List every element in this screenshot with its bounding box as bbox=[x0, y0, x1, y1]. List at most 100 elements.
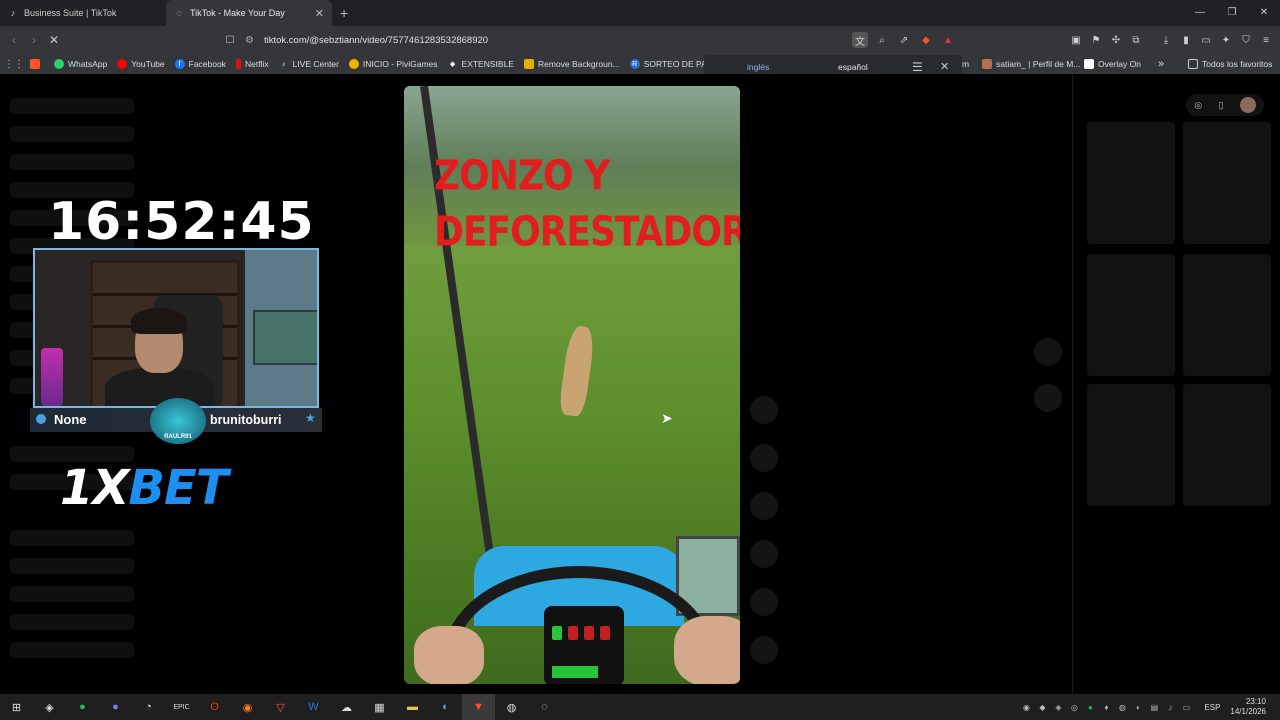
bookmark-overlay-on[interactable]: Overlay On bbox=[1084, 59, 1141, 69]
bookmark-netflix[interactable]: Netflix bbox=[235, 59, 269, 69]
action-placeholder[interactable] bbox=[750, 396, 778, 424]
file-explorer-icon[interactable]: ▬ bbox=[396, 694, 429, 720]
word-icon[interactable]: W bbox=[297, 694, 330, 720]
battery-icon[interactable]: ▭ bbox=[1178, 703, 1194, 712]
brave-rewards-icon[interactable]: ▲ bbox=[940, 32, 956, 48]
video-card-skeleton bbox=[1087, 384, 1175, 506]
close-window-button[interactable]: ✕ bbox=[1248, 0, 1280, 26]
language-indicator[interactable]: ESP bbox=[1204, 703, 1220, 712]
tray-icon[interactable]: ◈ bbox=[1050, 703, 1066, 712]
back-icon[interactable]: ‹ bbox=[4, 33, 24, 47]
more-bookmarks-button[interactable]: » bbox=[1158, 58, 1164, 70]
bookmark-whatsapp[interactable]: WhatsApp bbox=[54, 59, 107, 69]
site-info-icon[interactable]: ⚙ bbox=[245, 35, 254, 46]
tab-business-suite[interactable]: ♪ Business Suite | TikTok bbox=[0, 0, 166, 26]
volume-icon[interactable]: ♪ bbox=[1162, 703, 1178, 712]
apps-grid-icon[interactable]: ⋮⋮ bbox=[4, 56, 24, 72]
bookmark-facebook[interactable]: f Facebook bbox=[174, 59, 226, 69]
discord-icon[interactable]: ● bbox=[99, 694, 132, 720]
mic-icon[interactable]: ♦ bbox=[1098, 703, 1114, 712]
start-icon[interactable]: ⊞ bbox=[0, 694, 33, 720]
bookmark-youtube[interactable]: YouTube bbox=[117, 59, 165, 69]
screenshot-icon[interactable]: ⧉ bbox=[1128, 32, 1144, 48]
obs-icon[interactable]: ◔ bbox=[132, 694, 165, 720]
download-icon[interactable]: ⤓ bbox=[1158, 32, 1174, 48]
taskbar-clock[interactable]: 23:10 14/1/2026 bbox=[1230, 697, 1266, 717]
bookmark-extensible[interactable]: ◆ EXTENSIBLE bbox=[448, 59, 514, 69]
network-icon[interactable]: ▤ bbox=[1146, 703, 1162, 712]
nav-up-placeholder[interactable] bbox=[1034, 338, 1062, 366]
netflix-icon bbox=[235, 59, 241, 69]
nav-down-placeholder[interactable] bbox=[1034, 384, 1062, 412]
nav-skeleton bbox=[10, 614, 134, 630]
cloud-icon[interactable]: ☁ bbox=[330, 694, 363, 720]
bookmark-icon[interactable]: ☐ bbox=[222, 32, 238, 48]
tray-icon[interactable]: ◎ bbox=[1066, 703, 1082, 712]
vpn-icon[interactable]: ⛉ bbox=[1238, 32, 1254, 48]
bookmark-brave[interactable] bbox=[30, 59, 44, 69]
all-favorites-folder[interactable]: Todos los favoritos bbox=[1188, 59, 1272, 69]
zoom-icon[interactable]: ⌕ bbox=[874, 32, 890, 48]
tray-icon[interactable]: ◍ bbox=[1114, 703, 1130, 712]
nav-skeleton bbox=[10, 154, 134, 170]
tiktok-icon: ♪ bbox=[10, 8, 16, 18]
extension-icon[interactable]: ▣ bbox=[1068, 32, 1084, 48]
new-tab-button[interactable]: + bbox=[340, 5, 348, 21]
bookmark-label: EXTENSIBLE bbox=[461, 59, 514, 69]
action-placeholder[interactable] bbox=[750, 540, 778, 568]
valorant-icon[interactable]: ▽ bbox=[264, 694, 297, 720]
sidebar-icon[interactable]: ▮ bbox=[1178, 32, 1194, 48]
restore-button[interactable]: ❐ bbox=[1216, 0, 1248, 26]
opera-icon[interactable]: O bbox=[198, 694, 231, 720]
forward-icon[interactable]: › bbox=[24, 33, 44, 47]
share-icon[interactable]: ⇗ bbox=[896, 32, 912, 48]
steam-icon[interactable]: ◐ bbox=[429, 694, 462, 720]
action-placeholder[interactable] bbox=[750, 492, 778, 520]
diamond-icon: ◆ bbox=[449, 61, 456, 68]
chrome-icon[interactable]: ◍ bbox=[495, 694, 528, 720]
wallet-icon[interactable]: ▭ bbox=[1198, 32, 1214, 48]
action-placeholder[interactable] bbox=[750, 636, 778, 664]
bookmark-m[interactable]: m bbox=[962, 59, 969, 69]
epic-games-icon[interactable]: EPIC bbox=[165, 694, 198, 720]
minimize-button[interactable]: — bbox=[1184, 0, 1216, 26]
bookmark-remove-bg[interactable]: Remove Backgroun... bbox=[523, 59, 620, 69]
firefox-icon[interactable]: ◉ bbox=[231, 694, 264, 720]
translate-ext-icon[interactable]: ⚑ bbox=[1088, 32, 1104, 48]
translate-icon[interactable]: 文 bbox=[852, 32, 868, 48]
app-icon[interactable]: ◈ bbox=[33, 694, 66, 720]
bookmark-pivigames[interactable]: INICIO - PiviGames bbox=[348, 59, 438, 69]
translate-menu-icon[interactable]: ☰ bbox=[912, 60, 923, 74]
translate-target-option[interactable]: español bbox=[838, 62, 868, 72]
phone-icon[interactable]: ▯ bbox=[1218, 100, 1223, 111]
translate-source-option[interactable]: inglés bbox=[747, 62, 769, 72]
action-placeholder[interactable] bbox=[750, 588, 778, 616]
bookmark-live-center[interactable]: ♪ LIVE Center bbox=[279, 59, 339, 69]
tray-icon[interactable]: ◉ bbox=[1018, 703, 1034, 712]
profile-icon bbox=[982, 59, 992, 69]
menu-icon[interactable]: ≡ bbox=[1258, 32, 1274, 48]
video-player[interactable]: ZONZO Y DEFORESTADOR bbox=[404, 86, 740, 684]
brave-icon[interactable]: ▼ bbox=[462, 694, 495, 720]
spotify-tray-icon[interactable]: ● bbox=[1082, 703, 1098, 712]
bookmark-label: YouTube bbox=[131, 59, 165, 69]
tab-tiktok[interactable]: ◌ TikTok - Make Your Day ✕ bbox=[166, 0, 332, 26]
coin-icon[interactable]: ◎ bbox=[1194, 100, 1202, 111]
spotify-icon[interactable]: ● bbox=[66, 694, 99, 720]
r-icon: R bbox=[629, 59, 640, 69]
avatar[interactable] bbox=[1239, 97, 1256, 113]
brave-shield-icon[interactable]: ◆ bbox=[918, 32, 934, 48]
stop-loading-icon[interactable]: ✕ bbox=[44, 33, 64, 47]
action-placeholder[interactable] bbox=[750, 444, 778, 472]
translate-close-icon[interactable]: ✕ bbox=[940, 60, 949, 73]
bookmark-satiam[interactable]: satiam_ | Perfil de M... bbox=[982, 59, 1080, 69]
window-controls: — ❐ ✕ bbox=[1184, 0, 1280, 26]
close-tab-icon[interactable]: ✕ bbox=[315, 7, 324, 20]
ai-icon[interactable]: ✦ bbox=[1218, 32, 1234, 48]
app-icon[interactable]: ◌ bbox=[528, 694, 561, 720]
bookmark-label: INICIO - PiviGames bbox=[362, 59, 438, 69]
puzzle-icon[interactable]: ✣ bbox=[1108, 32, 1124, 48]
tray-icon[interactable]: ◆ bbox=[1034, 703, 1050, 712]
calculator-icon[interactable]: ▦ bbox=[363, 694, 396, 720]
steam-tray-icon[interactable]: ◐ bbox=[1130, 703, 1146, 712]
